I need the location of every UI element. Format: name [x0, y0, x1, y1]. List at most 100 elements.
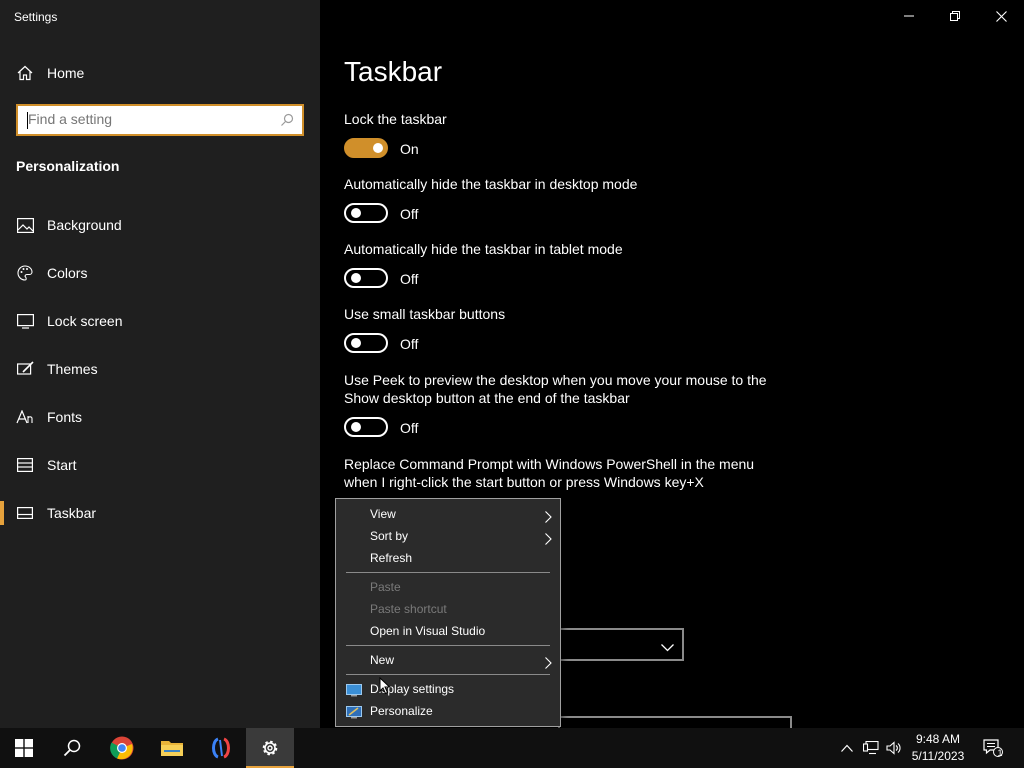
network-tray-button[interactable]	[861, 728, 881, 768]
close-button[interactable]	[978, 0, 1024, 32]
windows-start-icon	[15, 739, 33, 757]
sidebar-item-lock-screen[interactable]: Lock screen	[0, 301, 320, 341]
page-title: Taskbar	[344, 56, 443, 87]
toggle-knob	[351, 273, 361, 283]
peek-toggle[interactable]	[344, 417, 388, 437]
sidebar-item-home[interactable]: Home	[0, 53, 320, 93]
context-menu: View Sort by Refresh Paste Paste shortcu…	[335, 498, 561, 727]
toggle-state-label: Off	[400, 336, 419, 352]
menu-item-label: Paste	[370, 580, 401, 594]
menu-item-paste: Paste	[336, 576, 560, 598]
lock-screen-icon	[16, 312, 34, 330]
menu-item-sort-by[interactable]: Sort by	[336, 525, 560, 547]
chrome-icon	[110, 736, 134, 760]
sidebar-item-label: Start	[47, 457, 77, 473]
taskbar-clock[interactable]: 9:48 AM 5/11/2023	[906, 731, 970, 765]
toggle-state-label: Off	[400, 420, 419, 436]
themes-brush-icon	[16, 360, 34, 378]
clock-time: 9:48 AM	[915, 732, 961, 746]
toggle-state-label: Off	[400, 206, 419, 222]
sidebar: Settings Home Personalization Background…	[0, 0, 320, 728]
taskbar-icon	[16, 504, 34, 522]
menu-item-open-visual-studio[interactable]: Open in Visual Studio	[336, 620, 560, 642]
search-box[interactable]	[16, 104, 304, 136]
close-icon	[995, 10, 1007, 22]
sidebar-item-background[interactable]: Background	[0, 205, 320, 245]
settings-taskbar-button[interactable]	[246, 728, 294, 768]
mouse-cursor-icon	[379, 676, 391, 700]
network-icon	[863, 741, 879, 755]
sidebar-item-label: Themes	[47, 361, 98, 377]
speaker-icon	[886, 741, 901, 755]
setting-label-autohide-desktop: Automatically hide the taskbar in deskto…	[344, 176, 638, 192]
menu-item-label: Paste shortcut	[370, 602, 447, 616]
notification-count-badge: 1	[997, 748, 1003, 758]
chrome-taskbar-button[interactable]	[98, 728, 146, 768]
menu-item-view[interactable]: View	[336, 503, 560, 525]
sidebar-item-label: Background	[47, 217, 122, 233]
toggle-state-label: On	[400, 141, 419, 157]
clock-date: 5/11/2023	[911, 749, 965, 763]
show-hidden-icons-button[interactable]	[838, 728, 856, 768]
minimize-button[interactable]	[886, 0, 932, 32]
toggle-state-label: Off	[400, 271, 419, 287]
setting-label-peek: Use Peek to preview the desktop when you…	[344, 372, 767, 406]
menu-item-display-settings[interactable]: Display settings	[336, 678, 560, 700]
chevron-right-icon	[545, 654, 552, 676]
taskbar-search-button[interactable]	[48, 728, 96, 768]
palette-icon	[16, 264, 34, 282]
menu-item-label: Personalize	[370, 704, 433, 718]
setting-label-powershell: Replace Command Prompt with Windows Powe…	[344, 456, 755, 490]
dropdown-select[interactable]	[558, 628, 684, 661]
chevron-down-icon	[661, 639, 674, 657]
toggle-knob	[351, 422, 361, 432]
setting-label-lock-taskbar: Lock the taskbar	[344, 111, 447, 127]
sidebar-item-colors[interactable]: Colors	[0, 253, 320, 293]
setting-label-autohide-tablet: Automatically hide the taskbar in tablet…	[344, 241, 623, 257]
search-input[interactable]	[28, 111, 278, 127]
sidebar-item-themes[interactable]: Themes	[0, 349, 320, 389]
action-center-button[interactable]: 1	[980, 728, 1006, 768]
setting-label-small-buttons: Use small taskbar buttons	[344, 306, 506, 322]
file-explorer-taskbar-button[interactable]	[148, 728, 196, 768]
small-buttons-toggle[interactable]	[344, 333, 388, 353]
app-title: Settings	[14, 10, 58, 24]
home-icon	[16, 64, 34, 82]
menu-item-new[interactable]: New	[336, 649, 560, 671]
lock-taskbar-toggle[interactable]	[344, 138, 388, 158]
sidebar-item-label: Colors	[47, 265, 88, 281]
start-button[interactable]	[0, 728, 48, 768]
chevron-up-icon	[841, 744, 853, 752]
autohide-desktop-toggle[interactable]	[344, 203, 388, 223]
sidebar-item-label: Home	[47, 65, 85, 81]
sidebar-item-label: Taskbar	[47, 505, 97, 521]
sidebar-item-start[interactable]: Start	[0, 445, 320, 485]
taskbar: 9:48 AM 5/11/2023 1	[0, 728, 1024, 768]
menu-item-personalize[interactable]: Personalize	[336, 700, 560, 722]
section-heading: Personalization	[16, 158, 120, 174]
visual-studio-icon	[212, 737, 230, 759]
file-explorer-icon	[161, 741, 183, 756]
sidebar-item-label: Lock screen	[47, 313, 123, 329]
menu-item-label: Sort by	[370, 529, 409, 543]
toggle-knob	[351, 208, 361, 218]
menu-separator	[346, 645, 550, 646]
sidebar-item-label: Fonts	[47, 409, 83, 425]
toggle-knob	[351, 338, 361, 348]
restore-icon	[950, 11, 960, 21]
restore-button[interactable]	[932, 0, 978, 32]
visual-studio-taskbar-button[interactable]	[197, 728, 245, 768]
menu-item-refresh[interactable]: Refresh	[336, 547, 560, 569]
settings-gear-icon	[262, 740, 278, 756]
sidebar-item-taskbar[interactable]: Taskbar	[0, 493, 320, 533]
menu-item-label: Open in Visual Studio	[370, 624, 486, 638]
toggle-knob	[373, 143, 383, 153]
search-icon[interactable]	[280, 113, 294, 132]
fonts-icon	[16, 408, 34, 426]
sidebar-item-fonts[interactable]: Fonts	[0, 397, 320, 437]
minimize-icon	[904, 15, 914, 17]
background-image-icon	[16, 216, 34, 234]
volume-tray-button[interactable]	[884, 728, 904, 768]
autohide-tablet-toggle[interactable]	[344, 268, 388, 288]
menu-item-paste-shortcut: Paste shortcut	[336, 598, 560, 620]
